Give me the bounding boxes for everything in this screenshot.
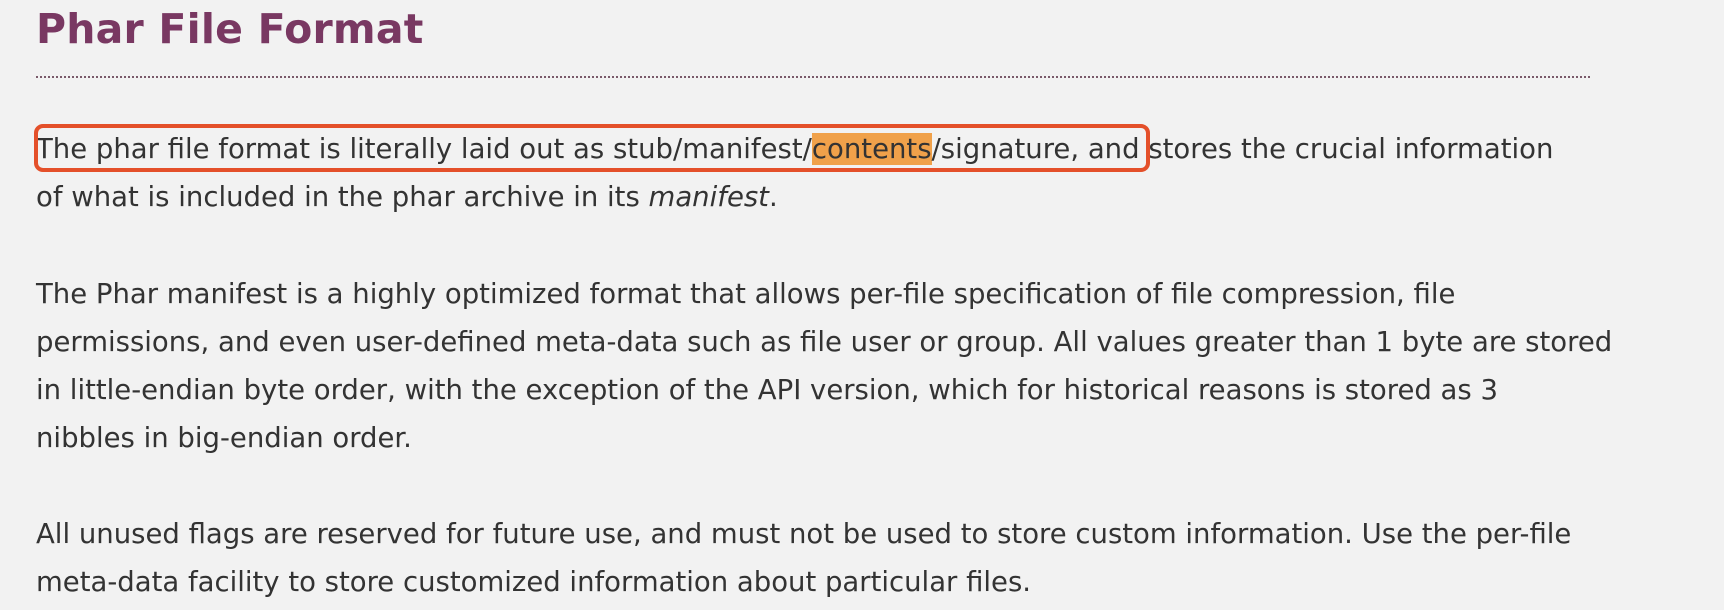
paragraph-manifest-details: The Phar manifest is a highly optimized … — [36, 270, 1696, 462]
paragraph-line: All unused flags are reserved for future… — [36, 518, 1572, 550]
annotation-callout-box — [34, 124, 1150, 172]
paragraph-line: The Phar manifest is a highly optimized … — [36, 278, 1456, 310]
paragraph-line: nibbles in big-endian order. — [36, 422, 412, 454]
text-run: and stores the crucial information — [1079, 133, 1554, 165]
paragraph-line: meta-data facility to store customized i… — [36, 566, 1032, 598]
text-run: of what is included in the phar archive … — [36, 181, 649, 213]
emphasis-manifest: manifest — [648, 181, 769, 213]
paragraph-line: in little-endian byte order, with the ex… — [36, 374, 1498, 406]
paragraph-line: of what is included in the phar archive … — [36, 173, 1696, 221]
text-run: . — [768, 181, 778, 213]
title-divider — [36, 76, 1590, 78]
page-title: Phar File Format — [36, 5, 424, 53]
document-page: Phar File Format The phar file format is… — [0, 0, 1724, 610]
paragraph-unused-flags: All unused flags are reserved for future… — [36, 510, 1696, 606]
paragraph-line: permissions, and even user-defined meta-… — [36, 326, 1613, 358]
